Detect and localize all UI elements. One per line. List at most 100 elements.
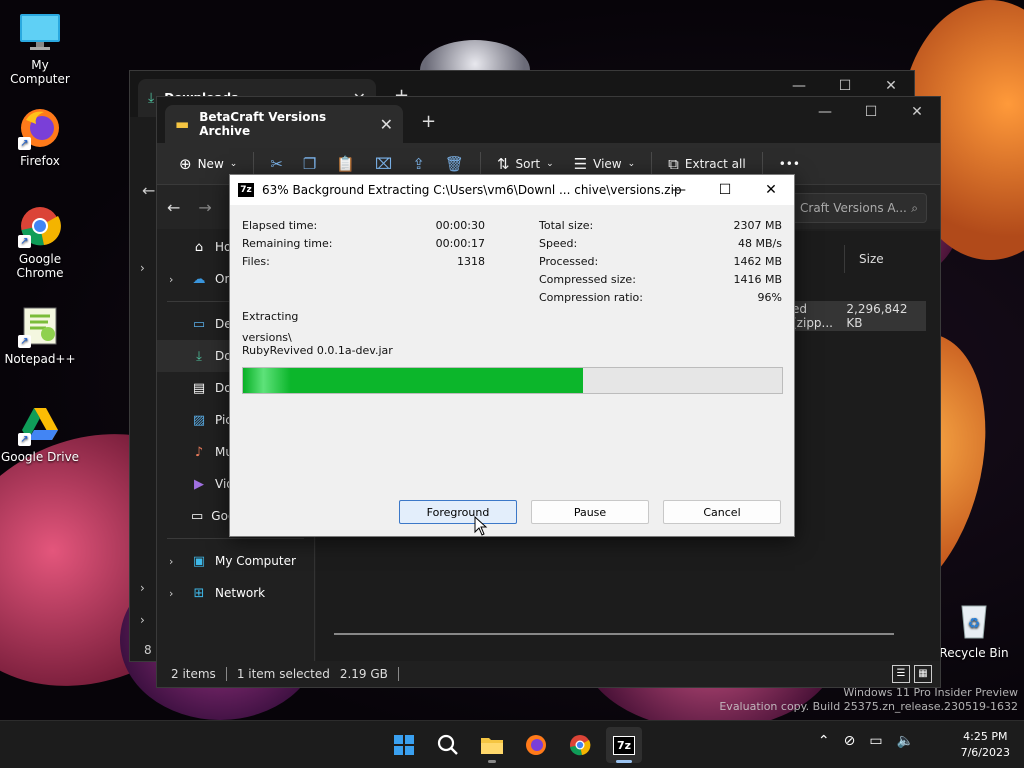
desktop-icon-firefox[interactable]: ↗ Firefox (0, 106, 80, 168)
plus-circle-icon: ⊕ (179, 154, 192, 173)
chevron-right-icon[interactable]: › (169, 273, 173, 286)
dialog-title: 63% Background Extracting C:\Users\vm6\D… (262, 183, 682, 197)
download-icon: ⤓ (148, 90, 155, 106)
music-icon: ♪ (194, 444, 204, 460)
forward-arrow-icon[interactable]: → (198, 198, 211, 217)
windows-logo-icon (394, 735, 414, 755)
processed-label: Processed: (539, 255, 599, 268)
desktop-icon-google-drive[interactable]: ↗ Google Drive (0, 402, 80, 464)
current-folder: versions\ (242, 331, 292, 344)
remaining-time-label: Remaining time: (242, 237, 333, 250)
elapsed-time-label: Elapsed time: (242, 219, 318, 232)
document-icon: ▤ (192, 380, 206, 396)
network-offline-icon[interactable]: ⊘ (844, 733, 856, 749)
video-icon: ▶ (194, 476, 204, 492)
desktop-icon-label: Recycle Bin (939, 646, 1009, 660)
rename-icon: ⌧ (375, 154, 393, 173)
search-button[interactable] (430, 727, 466, 763)
chevron-right-icon[interactable]: › (140, 581, 145, 595)
maximize-icon[interactable]: ☐ (848, 97, 894, 127)
close-icon[interactable]: ✕ (748, 175, 794, 205)
dialog-title-bar: 7z 63% Background Extracting C:\Users\vm… (230, 175, 794, 205)
pause-button[interactable]: Pause (531, 500, 649, 524)
progress-bar (242, 367, 783, 394)
network-icon: ⊞ (193, 585, 205, 601)
cancel-button[interactable]: Cancel (663, 500, 781, 524)
trash-icon: 🗑 (444, 154, 464, 173)
nav-item-my-computer[interactable]: › ▣ My Computer (157, 545, 314, 577)
close-tab-icon[interactable]: ✕ (380, 115, 393, 134)
chevron-down-icon: ⌄ (229, 158, 238, 169)
minimize-icon[interactable]: — (656, 175, 702, 205)
desktop-icon-my-computer[interactable]: My Computer (0, 10, 80, 86)
start-button[interactable] (386, 727, 422, 763)
desktop-icon-notepad-plus-plus[interactable]: ↗ Notepad++ (0, 304, 80, 366)
chrome-icon (570, 735, 591, 756)
chevron-right-icon[interactable]: › (169, 555, 173, 568)
chevron-down-icon: ⌄ (627, 158, 636, 169)
column-header-size[interactable]: Size (844, 245, 944, 273)
desktop-icon-recycle-bin[interactable]: ♻ Recycle Bin (934, 598, 1014, 660)
7zip-icon: 7z (238, 183, 254, 197)
total-size-value: 2307 MB (733, 219, 782, 232)
monitor-icon (18, 10, 62, 54)
taskbar-firefox[interactable] (518, 727, 554, 763)
horizontal-scrollbar[interactable] (334, 633, 894, 635)
speed-value: 48 MB/s (738, 237, 782, 250)
remaining-time-value: 00:00:17 (435, 237, 485, 250)
tab-betacraft[interactable]: ▬ BetaCraft Versions Archive ✕ (165, 105, 403, 143)
back-arrow-icon[interactable]: ← (142, 181, 155, 200)
maximize-icon[interactable]: ☐ (702, 175, 748, 205)
files-value: 1318 (457, 255, 485, 268)
svg-text:♻: ♻ (968, 616, 981, 632)
table-row[interactable]: ed (zipp... 2,296,842 KB (786, 301, 926, 331)
mouse-cursor-icon (474, 516, 488, 536)
clock[interactable]: 4:25 PM 7/6/2023 (961, 729, 1010, 761)
copy-icon: ❐ (302, 154, 317, 173)
desktop-icon-label: Google Chrome (16, 252, 64, 280)
details-view-icon[interactable]: ☰ (892, 665, 910, 683)
system-tray: ⌃ ⊘ ▭ 🔈 (818, 733, 914, 749)
os-watermark: Windows 11 Pro Insider Preview Evaluatio… (719, 686, 1018, 713)
desktop-icon: ▭ (192, 316, 206, 332)
firefox-icon (526, 735, 546, 755)
desktop-icon-label: Google Drive (0, 450, 80, 464)
search-input[interactable]: Craft Versions A... ⌕ (791, 193, 927, 223)
new-tab-icon[interactable]: + (421, 111, 436, 132)
taskbar-file-explorer[interactable] (474, 727, 510, 763)
recycle-bin-icon: ♻ (952, 598, 996, 642)
chevron-right-icon[interactable]: › (169, 587, 173, 600)
total-size-label: Total size: (539, 219, 594, 232)
processed-value: 1462 MB (733, 255, 782, 268)
elapsed-time-value: 00:00:30 (435, 219, 485, 232)
drive-icon: ▭ (191, 508, 204, 524)
folder-icon (481, 738, 503, 754)
minimize-icon[interactable]: — (802, 97, 848, 127)
tiles-view-icon[interactable]: ▦ (914, 665, 932, 683)
home-icon: ⌂ (194, 239, 204, 255)
extract-progress-dialog[interactable]: 7z 63% Background Extracting C:\Users\vm… (229, 174, 795, 537)
action-label: Extracting (242, 310, 299, 323)
extract-icon: ⧉ (668, 154, 679, 173)
status-bar: 2 items 1 item selected 2.19 GB ☰ ▦ (157, 661, 940, 687)
chevron-right-icon[interactable]: › (140, 261, 145, 275)
back-arrow-icon[interactable]: ← (167, 198, 180, 217)
firefox-icon: ↗ (18, 106, 62, 150)
folder-icon: ▬ (175, 115, 190, 133)
desktop-icon-google-chrome[interactable]: ↗ Google Chrome (0, 204, 80, 280)
progress-bar-fill (243, 368, 583, 393)
volume-icon[interactable]: 🔈 (897, 733, 914, 749)
sort-icon: ⇅ (496, 154, 510, 173)
nav-item-network[interactable]: › ⊞ Network (157, 577, 314, 609)
display-icon[interactable]: ▭ (869, 733, 882, 749)
desktop-icon-label: Firefox (20, 154, 60, 168)
close-icon[interactable]: ✕ (894, 97, 940, 127)
taskbar-chrome[interactable] (562, 727, 598, 763)
foreground-button[interactable]: Foreground (399, 500, 517, 524)
compression-ratio-value: 96% (757, 291, 782, 304)
speed-label: Speed: (539, 237, 578, 250)
taskbar-7zip[interactable]: 7z (606, 727, 642, 763)
chevron-up-icon[interactable]: ⌃ (818, 733, 830, 749)
pictures-icon: ▨ (192, 412, 206, 428)
chevron-right-icon[interactable]: › (140, 613, 145, 627)
